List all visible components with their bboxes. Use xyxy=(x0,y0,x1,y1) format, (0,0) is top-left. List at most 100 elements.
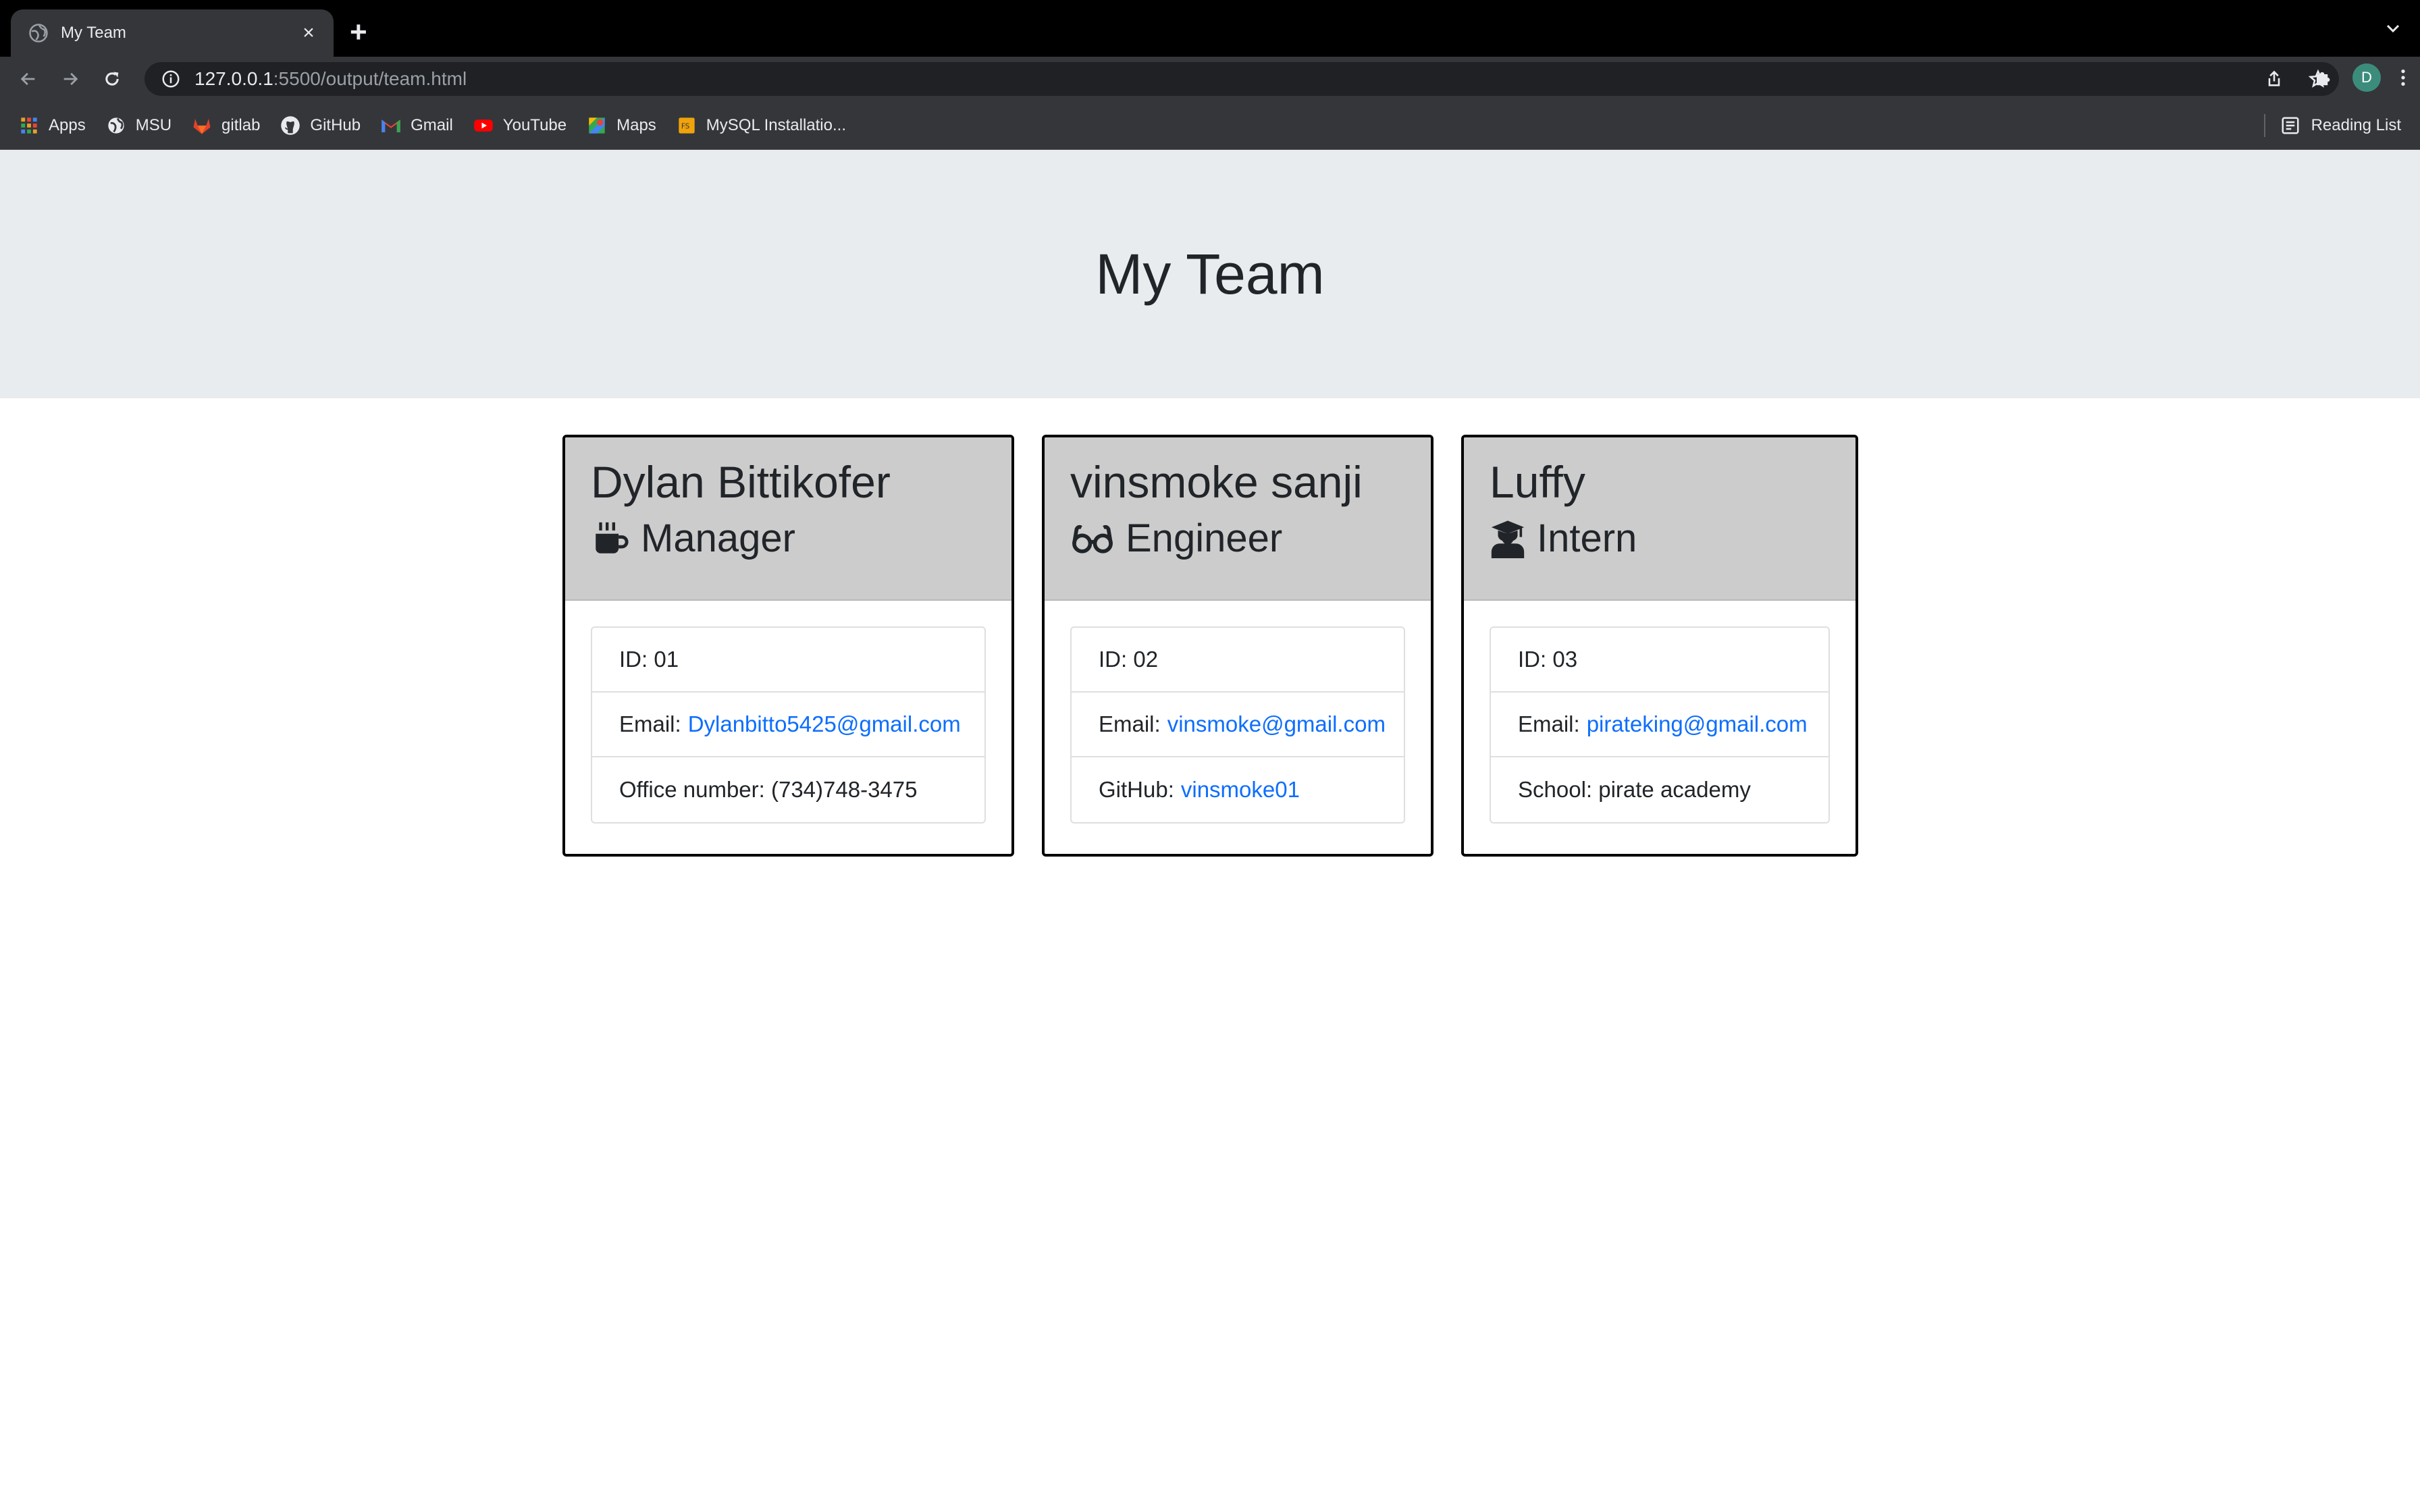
bookmark-youtube[interactable]: YouTube xyxy=(473,115,567,136)
employee-card-engineer: vinsmoke sanji Engineer ID: 02 Email: vi… xyxy=(1042,435,1433,857)
profile-avatar[interactable]: D xyxy=(2352,63,2381,92)
bookmark-gmail[interactable]: Gmail xyxy=(381,115,453,136)
github-row: GitHub: vinsmoke01 xyxy=(1072,757,1404,822)
employee-email-row: Email: vinsmoke@gmail.com xyxy=(1072,693,1404,757)
employee-id-text: ID: 01 xyxy=(619,647,679,672)
bookmark-apps[interactable]: Apps xyxy=(19,115,86,136)
bookmark-label: gitlab xyxy=(221,115,261,134)
bookmark-label: GitHub xyxy=(310,115,361,134)
share-icon[interactable] xyxy=(2265,70,2284,88)
bookmark-label: MSU xyxy=(135,115,172,134)
bookmark-maps[interactable]: Maps xyxy=(587,115,656,136)
extensions-puzzle-icon[interactable] xyxy=(2313,68,2334,88)
mug-icon xyxy=(596,522,629,554)
arrow-left-icon xyxy=(20,72,35,86)
browser-tab[interactable]: My Team × xyxy=(11,9,334,57)
employee-details: ID: 03 Email: pirateking@gmail.com Schoo… xyxy=(1490,626,1830,824)
mysql-icon: FS xyxy=(677,115,697,136)
employee-role-label: Engineer xyxy=(1126,516,1283,560)
email-label: Email: xyxy=(1099,711,1161,736)
employee-name: Dylan Bittikofer xyxy=(591,457,891,507)
reload-button[interactable] xyxy=(99,65,126,92)
toolbar-right: D xyxy=(2313,63,2406,92)
employee-role-label: Intern xyxy=(1537,516,1637,560)
bookmark-label: Apps xyxy=(49,115,86,134)
email-label: Email: xyxy=(1518,711,1580,736)
employee-id: ID: 02 xyxy=(1072,628,1404,693)
employee-email-row: Email: pirateking@gmail.com xyxy=(1491,693,1829,757)
bookmark-label: YouTube xyxy=(502,115,567,134)
back-button[interactable] xyxy=(15,65,42,92)
employee-email-row: Email: Dylanbitto5425@gmail.com xyxy=(592,693,984,757)
reload-icon xyxy=(105,72,119,86)
office-number-row: Office number: (734)748-3475 xyxy=(592,757,984,822)
bookmark-mysql[interactable]: FS MySQL Installatio... xyxy=(677,115,846,136)
page-title: My Team xyxy=(1095,242,1325,306)
maps-icon xyxy=(587,115,607,136)
bookmarks-bar: Apps MSU gitlab GitHub Gmail YouTube Map… xyxy=(0,101,2420,150)
new-tab-button[interactable]: + xyxy=(350,18,367,47)
github-icon xyxy=(280,115,300,136)
email-label: Email: xyxy=(619,711,681,736)
card-body: ID: 02 Email: vinsmoke@gmail.com GitHub:… xyxy=(1045,601,1431,849)
card-body: ID: 01 Email: Dylanbitto5425@gmail.com O… xyxy=(565,601,1011,849)
graduate-icon xyxy=(1491,520,1525,558)
reading-list-button[interactable]: Reading List xyxy=(2263,101,2401,150)
email-link[interactable]: pirateking@gmail.com xyxy=(1587,711,1808,737)
bookmark-label: Maps xyxy=(616,115,656,134)
reading-list-icon xyxy=(2282,117,2299,134)
browser-toolbar: 127.0.0.1:5500/output/team.html D xyxy=(0,57,2420,101)
school-row: School: pirate academy xyxy=(1491,757,1829,822)
email-link[interactable]: vinsmoke@gmail.com xyxy=(1167,711,1386,737)
close-tab-icon[interactable]: × xyxy=(298,23,319,43)
employee-role: Manager xyxy=(591,516,986,561)
bookmark-gitlab[interactable]: gitlab xyxy=(192,115,260,136)
employee-role: Engineer xyxy=(1070,516,1405,561)
office-number-text: Office number: (734)748-3475 xyxy=(619,777,918,802)
forward-button[interactable] xyxy=(57,65,84,92)
gmail-icon xyxy=(381,115,401,136)
school-text: School: pirate academy xyxy=(1518,777,1751,802)
card-header: vinsmoke sanji Engineer xyxy=(1045,437,1431,601)
bookmark-github[interactable]: GitHub xyxy=(280,115,361,136)
card-body: ID: 03 Email: pirateking@gmail.com Schoo… xyxy=(1464,601,1856,849)
card-header: Luffy Intern xyxy=(1464,437,1856,601)
chevron-down-icon[interactable] xyxy=(2385,20,2401,36)
employee-id: ID: 03 xyxy=(1491,628,1829,693)
more-vert-icon[interactable] xyxy=(2400,67,2406,88)
employee-details: ID: 02 Email: vinsmoke@gmail.com GitHub:… xyxy=(1070,626,1405,824)
reading-list-label: Reading List xyxy=(2311,116,2401,134)
glasses-icon xyxy=(1072,524,1113,554)
email-link[interactable]: Dylanbitto5425@gmail.com xyxy=(688,711,961,737)
browser-tab-strip: My Team × + xyxy=(0,0,2420,57)
address-bar[interactable]: 127.0.0.1:5500/output/team.html xyxy=(144,62,2339,96)
info-icon[interactable] xyxy=(161,69,181,89)
employee-id-text: ID: 02 xyxy=(1099,647,1159,672)
employee-card-manager: Dylan Bittikofer Manager ID: 01 Email: D… xyxy=(562,435,1014,857)
github-link[interactable]: vinsmoke01 xyxy=(1181,777,1300,803)
employee-name: Luffy xyxy=(1490,457,1585,507)
url-text[interactable]: 127.0.0.1:5500/output/team.html xyxy=(194,68,2265,90)
url-host: 127.0.0.1 xyxy=(194,68,273,89)
apps-grid-icon xyxy=(19,115,39,136)
bookmark-label: Gmail xyxy=(411,115,453,134)
employee-id: ID: 01 xyxy=(592,628,984,693)
arrow-right-icon xyxy=(63,72,78,86)
employee-name: vinsmoke sanji xyxy=(1070,457,1363,507)
employee-card-intern: Luffy Intern ID: 03 Email: pirateking@gm… xyxy=(1461,435,1858,857)
youtube-icon xyxy=(473,115,494,136)
tab-title: My Team xyxy=(61,24,126,42)
github-label: GitHub: xyxy=(1099,777,1174,802)
bookmark-msu[interactable]: MSU xyxy=(106,115,172,136)
globe-icon xyxy=(106,115,126,136)
page-header: My Team xyxy=(0,150,2420,398)
employee-role: Intern xyxy=(1490,516,1830,561)
team-cards: Dylan Bittikofer Manager ID: 01 Email: D… xyxy=(0,398,2420,938)
url-path: :5500/output/team.html xyxy=(273,68,467,89)
employee-details: ID: 01 Email: Dylanbitto5425@gmail.com O… xyxy=(591,626,986,824)
gitlab-icon xyxy=(192,115,212,136)
bookmark-label: MySQL Installatio... xyxy=(706,115,846,134)
employee-role-label: Manager xyxy=(641,516,795,560)
globe-icon xyxy=(29,24,48,43)
employee-id-text: ID: 03 xyxy=(1518,647,1578,672)
